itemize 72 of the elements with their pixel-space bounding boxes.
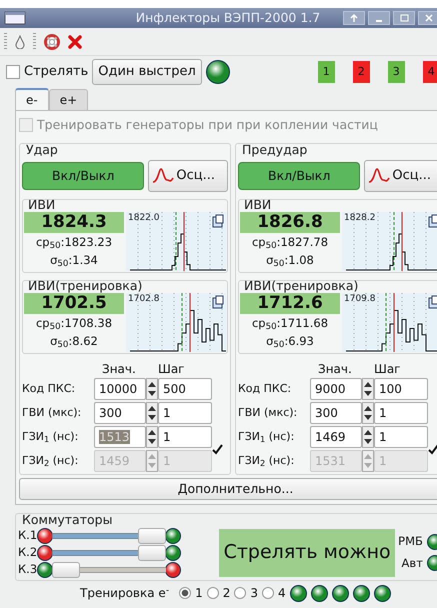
sigma-label: σ$_{50}$:6.93 [266,333,314,350]
group-title: ИВИ(тренировка) [27,278,144,293]
value-display: 1826.8 [240,212,340,233]
field-label: Код ПКС: [238,380,292,397]
spin-field[interactable]: 1469 [310,426,362,448]
group-title: ИВИ [27,197,56,212]
sigma-label: σ$_{50}$:8.62 [50,333,98,350]
mean-label: ср$_{50}$:1708.38 [36,315,112,332]
field-label: ГЗИ$_{1}$ (нс): [238,428,296,446]
mean-label: ср$_{50}$:1711.68 [252,315,328,332]
column-header: Шаг [158,362,186,376]
sigma-label: σ$_{50}$:1.34 [50,252,98,269]
step-field[interactable]: 1 [374,426,428,448]
spin-field[interactable]: 300 [94,402,146,424]
channel-indicator: 3 [388,61,405,83]
spin-field[interactable]: 10000 [94,378,146,400]
group-title: ИВИ(тренировка) [243,278,360,293]
field-label: ГВИ (мкс): [238,404,298,421]
switch-label: К.3 [18,560,38,578]
value-display: 1712.6 [240,293,340,314]
training-label: Тренировка e$^{-}$ [80,584,170,602]
checkbox-label: Тренировать генераторы при при коплении частиц [37,116,378,134]
group-title: Предудар [241,142,308,157]
histogram-label: 1709.8 [344,294,376,305]
group-title: Удар [25,142,59,157]
field-label: ГЗИ$_{1}$ (нс): [22,428,80,446]
radio-label: 4 [278,585,286,602]
column-header: Знач. [101,362,137,376]
radio-label: 2 [222,585,230,602]
oscilloscope-button[interactable]: Осц... [364,160,437,192]
tab[interactable]: e+ [48,89,88,110]
single-shot-button[interactable]: Один выстрел [92,59,202,85]
column-header: Знач. [317,362,353,376]
toggle-button[interactable]: Вкл/Выкл [22,162,144,190]
tab[interactable]: e- [15,88,49,110]
mean-label: ср$_{50}$:1827.78 [252,234,328,251]
field-label: ГЗИ$_{2}$ (нс): [238,452,296,470]
toggle-button[interactable]: Вкл/Выкл [238,162,360,190]
switch-label: К.2 [18,544,38,561]
field-label: ГЗИ$_{2}$ (нс): [22,452,80,470]
group-title: Коммутаторы [21,512,114,527]
histogram-label: 1702.8 [128,294,160,305]
field-label: ГВИ (мкс): [22,404,82,421]
histogram-label: 1822.0 [128,213,160,224]
radio-label: 1 [195,585,203,602]
channel-indicator: 1 [318,61,335,83]
flag-label: Авт [402,554,423,572]
histogram-label: 1828.2 [344,213,376,224]
flag-label: РМБ [398,533,423,550]
more-button[interactable]: Дополнительно... [19,478,437,500]
step-field[interactable]: 1 [374,402,428,424]
step-field[interactable]: 100 [374,378,428,400]
group-title: ИВИ [243,197,272,212]
step-field[interactable]: 1 [158,402,212,424]
spin-field[interactable]: 9000 [310,378,362,400]
channel-indicator: 2 [352,61,370,83]
step-field[interactable]: 500 [158,378,212,400]
field-label: Код ПКС: [22,380,76,397]
step-field[interactable]: 1 [158,426,212,448]
window-title: Инфлекторы ВЭПП-2000 1.7 [134,8,322,27]
spin-field[interactable]: 300 [310,402,362,424]
value-display: 1824.3 [24,212,124,233]
sigma-label: σ$_{50}$:1.08 [266,252,314,269]
channel-indicator: 4 [422,61,437,83]
column-header: Шаг [374,362,402,376]
mean-label: ср$_{50}$:1823.23 [36,234,112,251]
status-display: Стрелять можно [219,528,396,576]
switch-label: К.1 [18,527,38,544]
checkbox-label: Стрелять [24,63,88,82]
value-display: 1702.5 [24,293,124,314]
radio-label: 3 [250,585,258,602]
oscilloscope-button[interactable]: Осц... [148,160,228,192]
